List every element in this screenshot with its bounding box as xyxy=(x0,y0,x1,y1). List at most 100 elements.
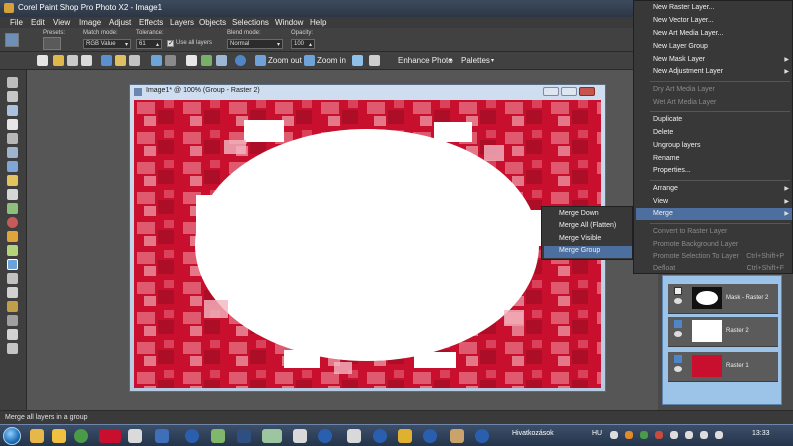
menu-item-merge-group[interactable]: Merge Group xyxy=(559,247,600,254)
tray-icon[interactable] xyxy=(715,431,723,439)
presets-button[interactable] xyxy=(43,37,61,50)
redo-icon[interactable] xyxy=(165,55,176,66)
menu-layers[interactable]: Layers xyxy=(170,18,194,27)
close-button[interactable] xyxy=(579,87,595,96)
clock[interactable]: 13:33 xyxy=(752,430,770,437)
open-folder-icon[interactable] xyxy=(53,55,64,66)
straighten-tool-icon[interactable] xyxy=(7,147,18,158)
opacity-field[interactable]: 100 ▴ xyxy=(291,39,315,49)
menu-item-arrange[interactable]: Arrange xyxy=(653,185,678,192)
app-taskbar-icon[interactable] xyxy=(293,429,307,443)
network-icon[interactable] xyxy=(685,431,693,439)
tray-icon[interactable] xyxy=(610,431,618,439)
chrome-taskbar-icon[interactable] xyxy=(74,429,88,443)
tolerance-field[interactable]: 61 ▴ xyxy=(136,39,162,49)
volume-icon[interactable] xyxy=(700,431,708,439)
bluetooth-taskbar-icon[interactable] xyxy=(185,429,199,443)
menu-item-duplicate[interactable]: Duplicate xyxy=(653,116,682,123)
dropper-tool-icon[interactable] xyxy=(7,119,18,130)
menu-item-view[interactable]: View xyxy=(653,198,668,205)
paste-icon[interactable] xyxy=(201,55,212,66)
art-media-tool-icon[interactable] xyxy=(7,329,18,340)
pick-tool-icon[interactable] xyxy=(7,91,18,102)
zoom-out-button[interactable]: Zoom out xyxy=(268,56,302,65)
crop-tool-icon[interactable] xyxy=(7,133,18,144)
menu-item-new-mask-layer[interactable]: New Mask Layer xyxy=(653,56,705,63)
tray-icon[interactable] xyxy=(655,431,663,439)
menu-item-new-adjustment-layer[interactable]: New Adjustment Layer xyxy=(653,68,723,75)
menu-selections[interactable]: Selections xyxy=(232,18,269,27)
pan-tool-icon[interactable] xyxy=(7,77,18,88)
tray-icon[interactable] xyxy=(625,431,633,439)
menu-file[interactable]: File xyxy=(10,18,23,27)
palettes-button[interactable]: Palettes xyxy=(461,56,490,65)
bluetooth-taskbar-icon[interactable] xyxy=(423,429,437,443)
blend-mode-select[interactable]: Normal ▾ xyxy=(227,39,283,49)
menu-item-merge-visible[interactable]: Merge Visible xyxy=(559,235,601,242)
menu-item-new-layer-group[interactable]: New Layer Group xyxy=(653,43,708,50)
clone-brush-icon[interactable] xyxy=(7,189,18,200)
flood-fill-tool-icon[interactable] xyxy=(7,259,18,270)
menu-help[interactable]: Help xyxy=(310,18,326,27)
start-button[interactable] xyxy=(3,427,21,445)
cut-icon[interactable] xyxy=(129,55,140,66)
folder-taskbar-icon[interactable] xyxy=(52,429,66,443)
crop-icon[interactable] xyxy=(216,55,227,66)
visibility-eye-icon[interactable] xyxy=(674,331,682,337)
layer-row[interactable]: Raster 1 xyxy=(668,352,778,382)
selection-tool-icon[interactable] xyxy=(7,105,18,116)
app-taskbar-icon[interactable] xyxy=(155,429,169,443)
menu-item-merge-down[interactable]: Merge Down xyxy=(559,210,599,217)
menu-item-new-vector-layer[interactable]: New Vector Layer... xyxy=(653,17,714,24)
text-tool-icon[interactable] xyxy=(7,273,18,284)
app-taskbar-icon[interactable] xyxy=(128,429,142,443)
layer-row[interactable]: Raster 2 xyxy=(668,317,778,347)
print-icon[interactable] xyxy=(81,55,92,66)
maximize-button[interactable] xyxy=(561,87,577,96)
menu-item-delete[interactable]: Delete xyxy=(653,129,673,136)
menu-adjust[interactable]: Adjust xyxy=(109,18,131,27)
menu-item-new-raster-layer[interactable]: New Raster Layer... xyxy=(653,4,714,11)
info-icon[interactable] xyxy=(235,55,246,66)
zoom-in-icon[interactable] xyxy=(304,55,315,66)
scratch-remover-icon[interactable] xyxy=(7,203,18,214)
bluetooth-taskbar-icon[interactable] xyxy=(318,429,332,443)
eraser-tool-icon[interactable] xyxy=(7,245,18,256)
paintshop-taskbar-icon[interactable] xyxy=(99,429,121,443)
menu-window[interactable]: Window xyxy=(275,18,303,27)
undo-icon[interactable] xyxy=(151,55,162,66)
bluetooth-taskbar-icon[interactable] xyxy=(373,429,387,443)
app-taskbar-icon[interactable] xyxy=(237,429,251,443)
warp-brush-icon[interactable] xyxy=(7,301,18,312)
browse-icon[interactable] xyxy=(67,55,78,66)
tray-icon[interactable] xyxy=(670,431,678,439)
menu-objects[interactable]: Objects xyxy=(199,18,226,27)
explorer-taskbar-icon[interactable] xyxy=(30,429,44,443)
tray-icon[interactable] xyxy=(640,431,648,439)
red-eye-tool-icon[interactable] xyxy=(7,161,18,172)
app-taskbar-icon[interactable] xyxy=(398,429,412,443)
menu-item-rename[interactable]: Rename xyxy=(653,155,679,162)
layer-row[interactable]: Mask - Raster 2 xyxy=(668,284,778,314)
menu-effects[interactable]: Effects xyxy=(139,18,163,27)
app-taskbar-icon[interactable] xyxy=(450,429,464,443)
mesh-warp-icon[interactable] xyxy=(7,315,18,326)
image-canvas[interactable] xyxy=(134,100,601,388)
menu-item-new-art-media-layer[interactable]: New Art Media Layer... xyxy=(653,30,723,37)
menu-image[interactable]: Image xyxy=(79,18,101,27)
zoom-out-icon[interactable] xyxy=(255,55,266,66)
menu-item-merge-all[interactable]: Merge All (Flatten) xyxy=(559,222,616,229)
save-as-icon[interactable] xyxy=(115,55,126,66)
minimize-button[interactable] xyxy=(543,87,559,96)
menu-item-properties[interactable]: Properties... xyxy=(653,167,691,174)
menu-view[interactable]: View xyxy=(53,18,70,27)
menu-edit[interactable]: Edit xyxy=(31,18,45,27)
app-taskbar-icon[interactable] xyxy=(211,429,225,443)
links-toolbar-label[interactable]: Hivatkozások xyxy=(512,430,554,437)
save-icon[interactable] xyxy=(101,55,112,66)
paint-brush-icon[interactable] xyxy=(7,231,18,242)
use-all-layers-checkbox[interactable] xyxy=(167,39,174,47)
language-indicator[interactable]: HU xyxy=(592,430,602,437)
enhance-photo-button[interactable]: Enhance Photo xyxy=(398,56,453,65)
dodge-tool-icon[interactable] xyxy=(7,175,18,186)
